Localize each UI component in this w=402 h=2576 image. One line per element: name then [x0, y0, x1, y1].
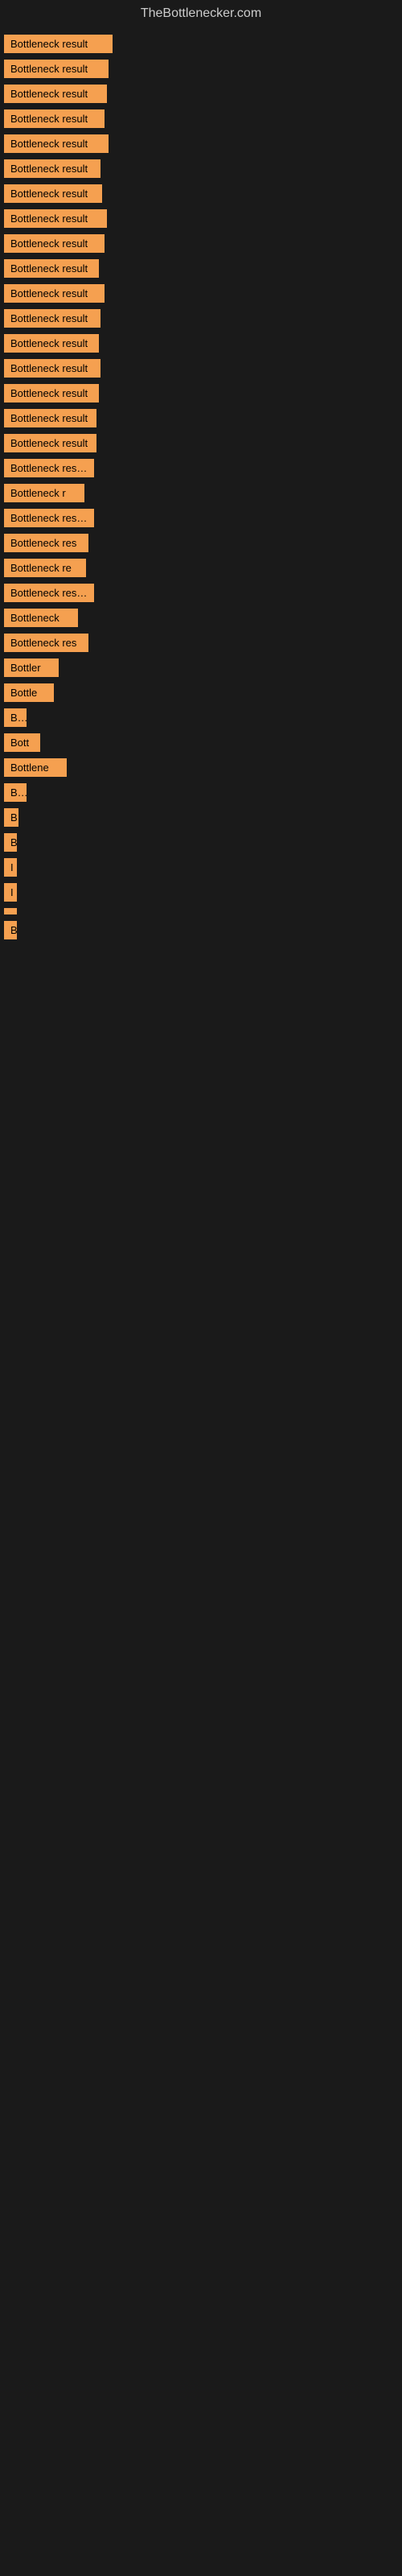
result-item: Bottleneck result	[4, 584, 398, 602]
bottleneck-result-box: Bottlene	[4, 758, 67, 777]
result-item: Bottleneck result	[4, 434, 398, 452]
bottleneck-result-box: Bottle	[4, 683, 54, 702]
result-item: Bottleneck result	[4, 509, 398, 527]
result-item: Bottlene	[4, 758, 398, 777]
result-item: Bottleneck result	[4, 309, 398, 328]
bottleneck-result-box: Bott	[4, 733, 40, 752]
result-item: B	[4, 921, 398, 939]
result-item: Bo	[4, 708, 398, 727]
bottleneck-result-box: Bottleneck result	[4, 159, 100, 178]
bottleneck-result-box: Bottleneck r	[4, 484, 84, 502]
result-item: Bottleneck	[4, 609, 398, 627]
result-item: Bottleneck r	[4, 484, 398, 502]
bottleneck-result-box: Bottleneck result	[4, 309, 100, 328]
bottleneck-result-box: Bo	[4, 708, 27, 727]
result-item: Bottle	[4, 683, 398, 702]
bottleneck-result-box: Bottleneck result	[4, 184, 102, 203]
bottleneck-result-box: I	[4, 883, 17, 902]
result-item: Bottleneck result	[4, 85, 398, 103]
result-item: Bottleneck res	[4, 634, 398, 652]
bottleneck-result-box: Bottleneck result	[4, 584, 94, 602]
results-container: Bottleneck result Bottleneck result Bottle…	[0, 27, 402, 947]
bottleneck-result-box: Bottler	[4, 658, 59, 677]
bottleneck-result-box: B	[4, 833, 17, 852]
bottleneck-result-box: Bottleneck result	[4, 284, 105, 303]
result-item: Bottleneck result	[4, 35, 398, 53]
bottleneck-result-box: Bottleneck result	[4, 85, 107, 103]
result-item: Bottleneck result	[4, 159, 398, 178]
bottleneck-result-box: Bottleneck result	[4, 109, 105, 128]
bottleneck-result-box: Bottleneck res	[4, 634, 88, 652]
result-item: Bott	[4, 733, 398, 752]
result-item: I	[4, 858, 398, 877]
bottleneck-result-box	[4, 908, 17, 914]
result-item: Bo	[4, 783, 398, 802]
result-item: Bottleneck result	[4, 60, 398, 78]
site-title: TheBottlenecker.com	[0, 0, 402, 27]
bottleneck-result-box: Bottleneck result	[4, 209, 107, 228]
bottleneck-result-box: Bottleneck re	[4, 559, 86, 577]
result-item: Bottleneck result	[4, 334, 398, 353]
bottleneck-result-box: Bo	[4, 783, 27, 802]
result-item: Bottleneck result	[4, 409, 398, 427]
bottleneck-result-box: Bottleneck result	[4, 409, 96, 427]
result-item: I	[4, 883, 398, 902]
result-item: Bottleneck result	[4, 259, 398, 278]
result-item: Bottleneck result	[4, 284, 398, 303]
result-item: Bottleneck result	[4, 234, 398, 253]
bottleneck-result-box: B	[4, 808, 18, 827]
bottleneck-result-box: Bottleneck result	[4, 384, 99, 402]
bottleneck-result-box: Bottleneck result	[4, 35, 113, 53]
result-item: Bottleneck res	[4, 534, 398, 552]
result-item: B	[4, 808, 398, 827]
bottleneck-result-box: Bottleneck result	[4, 259, 99, 278]
result-item: Bottleneck result	[4, 134, 398, 153]
bottleneck-result-box: Bottleneck	[4, 609, 78, 627]
bottleneck-result-box: Bottleneck result	[4, 434, 96, 452]
result-item: Bottleneck result	[4, 184, 398, 203]
bottleneck-result-box: I	[4, 858, 17, 877]
bottleneck-result-box: Bottleneck res	[4, 534, 88, 552]
bottleneck-result-box: Bottleneck result	[4, 60, 109, 78]
result-item: B	[4, 833, 398, 852]
bottleneck-result-box: Bottleneck result	[4, 334, 99, 353]
bottleneck-result-box: Bottleneck result	[4, 509, 94, 527]
result-item: Bottler	[4, 658, 398, 677]
result-item: Bottleneck result	[4, 209, 398, 228]
bottleneck-result-box: Bottleneck result	[4, 359, 100, 378]
result-item: Bottleneck result	[4, 384, 398, 402]
result-item	[4, 908, 398, 914]
result-item: Bottleneck re	[4, 559, 398, 577]
result-item: Bottleneck result	[4, 109, 398, 128]
bottleneck-result-box: Bottleneck result	[4, 234, 105, 253]
result-item: Bottleneck result	[4, 459, 398, 477]
bottleneck-result-box: Bottleneck result	[4, 459, 94, 477]
bottleneck-result-box: Bottleneck result	[4, 134, 109, 153]
result-item: Bottleneck result	[4, 359, 398, 378]
bottleneck-result-box: B	[4, 921, 17, 939]
